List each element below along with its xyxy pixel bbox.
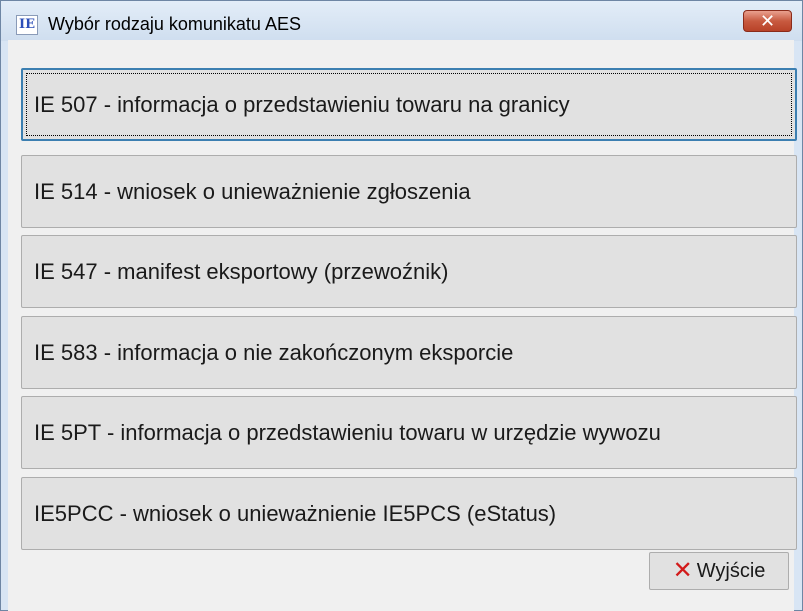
- dialog-client-area: IE 507 - informacja o przedstawieniu tow…: [8, 40, 797, 611]
- message-button-label: IE 514 - wniosek o unieważnienie zgłosze…: [34, 178, 471, 204]
- window-title: Wybór rodzaju komunikatu AES: [48, 14, 301, 34]
- close-button[interactable]: ✕: [743, 10, 792, 32]
- message-button-ie507[interactable]: IE 507 - informacja o przedstawieniu tow…: [21, 68, 797, 141]
- message-button-label: IE 507 - informacja o przedstawieniu tow…: [34, 91, 570, 117]
- message-button-label: IE 547 - manifest eksportowy (przewoźnik…: [34, 258, 449, 284]
- message-button-label: IE 5PT - informacja o przedstawieniu tow…: [34, 419, 661, 445]
- close-icon: ✕: [759, 11, 776, 31]
- exit-button-label: Wyjście: [696, 559, 766, 582]
- exit-button[interactable]: ✕ Wyjście: [649, 552, 789, 590]
- message-button-label: IE 583 - informacja o nie zakończonym ek…: [34, 339, 514, 365]
- message-button-ie514[interactable]: IE 514 - wniosek o unieważnienie zgłosze…: [21, 155, 797, 228]
- app-icon: IE: [16, 15, 38, 35]
- message-button-label: IE5PCC - wniosek o unieważnienie IE5PCS …: [34, 500, 557, 526]
- title-bar[interactable]: IE Wybór rodzaju komunikatu AES ✕: [1, 1, 802, 41]
- message-button-ie547[interactable]: IE 547 - manifest eksportowy (przewoźnik…: [21, 235, 797, 308]
- message-button-ie5pcc[interactable]: IE5PCC - wniosek o unieważnienie IE5PCS …: [21, 477, 797, 550]
- x-icon: ✕: [672, 557, 693, 584]
- message-button-ie5pt[interactable]: IE 5PT - informacja o przedstawieniu tow…: [21, 396, 797, 469]
- message-button-ie583[interactable]: IE 583 - informacja o nie zakończonym ek…: [21, 316, 797, 389]
